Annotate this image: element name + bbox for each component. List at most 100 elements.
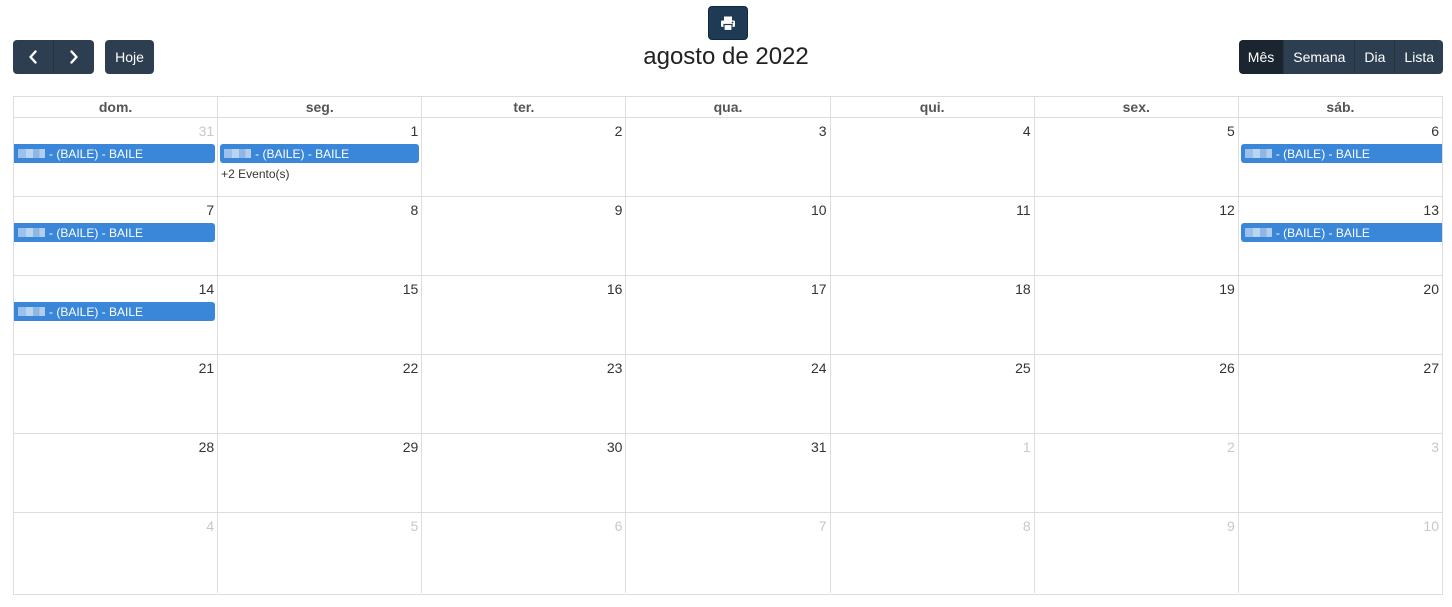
today-button[interactable]: Hoje [105, 40, 154, 74]
more-events-link[interactable]: +2 Evento(s) [221, 167, 289, 181]
day-number[interactable]: 20 [1423, 281, 1439, 297]
day-cell[interactable]: 22 [218, 355, 423, 433]
day-cell[interactable]: 30 [422, 434, 627, 512]
day-cell[interactable]: 7 - (BAILE) - BAILE [14, 197, 219, 275]
day-number[interactable]: 9 [615, 202, 623, 218]
day-number[interactable]: 13 [1423, 202, 1439, 218]
day-cell[interactable]: 11 [831, 197, 1035, 275]
day-number[interactable]: 6 [615, 518, 623, 534]
day-number[interactable]: 15 [403, 281, 419, 297]
calendar-event[interactable]: - (BAILE) - BAILE [1240, 223, 1442, 242]
day-number[interactable]: 3 [1431, 439, 1439, 455]
day-cell[interactable]: 16 [422, 276, 627, 354]
calendar-event[interactable]: - (BAILE) - BAILE [14, 302, 216, 321]
day-number[interactable]: 1 [410, 123, 418, 139]
day-number[interactable]: 31 [811, 439, 827, 455]
day-number[interactable]: 9 [1227, 518, 1235, 534]
day-cell[interactable]: 5 [1035, 118, 1239, 196]
view-week-button[interactable]: Semana [1283, 40, 1355, 74]
day-cell[interactable]: 10 [626, 197, 831, 275]
day-number[interactable]: 3 [819, 123, 827, 139]
day-number[interactable]: 6 [1431, 123, 1439, 139]
day-cell[interactable]: 9 [422, 197, 627, 275]
day-cell[interactable]: 29 [218, 434, 423, 512]
day-number[interactable]: 31 [199, 123, 215, 139]
day-number[interactable]: 16 [607, 281, 623, 297]
day-cell[interactable]: 3 [626, 118, 831, 196]
day-number[interactable]: 7 [206, 202, 214, 218]
day-cell[interactable]: 2 [422, 118, 627, 196]
calendar-event[interactable]: - (BAILE) - BAILE [14, 223, 216, 242]
day-number[interactable]: 14 [199, 281, 215, 297]
day-cell[interactable]: 4 [831, 118, 1035, 196]
day-cell[interactable]: 13 - (BAILE) - BAILE [1239, 197, 1442, 275]
day-cell[interactable]: 1 - (BAILE) - BAILE +2 Evento(s) [218, 118, 423, 196]
day-cell[interactable]: 3 [1239, 434, 1442, 512]
day-cell[interactable]: 20 [1239, 276, 1442, 354]
day-cell[interactable]: 21 [14, 355, 219, 433]
day-cell[interactable]: 31 [626, 434, 831, 512]
day-number[interactable]: 11 [1016, 202, 1031, 218]
day-number[interactable]: 10 [1423, 518, 1439, 534]
day-cell[interactable]: 19 [1035, 276, 1239, 354]
day-cell[interactable]: 18 [831, 276, 1035, 354]
day-number[interactable]: 22 [403, 360, 419, 376]
event-title: - (BAILE) - BAILE [1275, 146, 1370, 161]
day-number[interactable]: 21 [199, 360, 215, 376]
day-cell[interactable]: 12 [1035, 197, 1239, 275]
day-cell[interactable]: 8 [831, 513, 1035, 593]
calendar-event[interactable]: - (BAILE) - BAILE [1240, 144, 1442, 163]
day-number[interactable]: 24 [811, 360, 827, 376]
day-cell[interactable]: 28 [14, 434, 219, 512]
day-cell[interactable]: 24 [626, 355, 831, 433]
view-month-button[interactable]: Mês [1238, 40, 1284, 74]
day-cell[interactable]: 9 [1035, 513, 1239, 593]
day-cell[interactable]: 1 [831, 434, 1035, 512]
day-number[interactable]: 4 [206, 518, 214, 534]
calendar-event[interactable]: - (BAILE) - BAILE [220, 144, 420, 163]
day-number[interactable]: 12 [1219, 202, 1235, 218]
day-number[interactable]: 30 [607, 439, 623, 455]
day-cell[interactable]: 23 [422, 355, 627, 433]
day-number[interactable]: 28 [199, 439, 215, 455]
day-number[interactable]: 29 [403, 439, 419, 455]
day-number[interactable]: 8 [410, 202, 418, 218]
day-cell[interactable]: 27 [1239, 355, 1442, 433]
day-cell[interactable]: 4 [14, 513, 219, 593]
print-button[interactable] [708, 6, 748, 40]
view-day-button[interactable]: Dia [1354, 40, 1395, 74]
day-cell[interactable]: 26 [1035, 355, 1239, 433]
prev-month-button[interactable] [13, 40, 53, 74]
day-cell[interactable]: 14 - (BAILE) - BAILE [14, 276, 219, 354]
calendar-event[interactable]: - (BAILE) - BAILE [14, 144, 216, 163]
day-number[interactable]: 8 [1023, 518, 1031, 534]
day-number[interactable]: 1 [1023, 439, 1031, 455]
day-number[interactable]: 10 [811, 202, 827, 218]
view-list-button[interactable]: Lista [1394, 40, 1443, 74]
day-cell[interactable]: 8 [218, 197, 423, 275]
day-number[interactable]: 5 [1227, 123, 1235, 139]
day-cell[interactable]: 7 [626, 513, 831, 593]
day-number[interactable]: 23 [607, 360, 623, 376]
day-number[interactable]: 2 [1227, 439, 1235, 455]
day-cell[interactable]: 5 [218, 513, 423, 593]
day-number[interactable]: 5 [410, 518, 418, 534]
day-cell[interactable]: 25 [831, 355, 1035, 433]
day-number[interactable]: 17 [811, 281, 827, 297]
day-number[interactable]: 19 [1219, 281, 1235, 297]
day-number[interactable]: 27 [1423, 360, 1439, 376]
day-cell[interactable]: 15 [218, 276, 423, 354]
day-cell[interactable]: 10 [1239, 513, 1442, 593]
day-cell[interactable]: 17 [626, 276, 831, 354]
day-number[interactable]: 26 [1219, 360, 1235, 376]
day-number[interactable]: 25 [1015, 360, 1031, 376]
day-number[interactable]: 7 [819, 518, 827, 534]
day-cell[interactable]: 6 [422, 513, 627, 593]
day-number[interactable]: 2 [615, 123, 623, 139]
day-cell[interactable]: 6 - (BAILE) - BAILE [1239, 118, 1442, 196]
day-cell[interactable]: 2 [1035, 434, 1239, 512]
day-number[interactable]: 18 [1015, 281, 1031, 297]
day-cell[interactable]: 31 - (BAILE) - BAILE [14, 118, 219, 196]
day-number[interactable]: 4 [1023, 123, 1031, 139]
next-month-button[interactable] [53, 40, 94, 74]
